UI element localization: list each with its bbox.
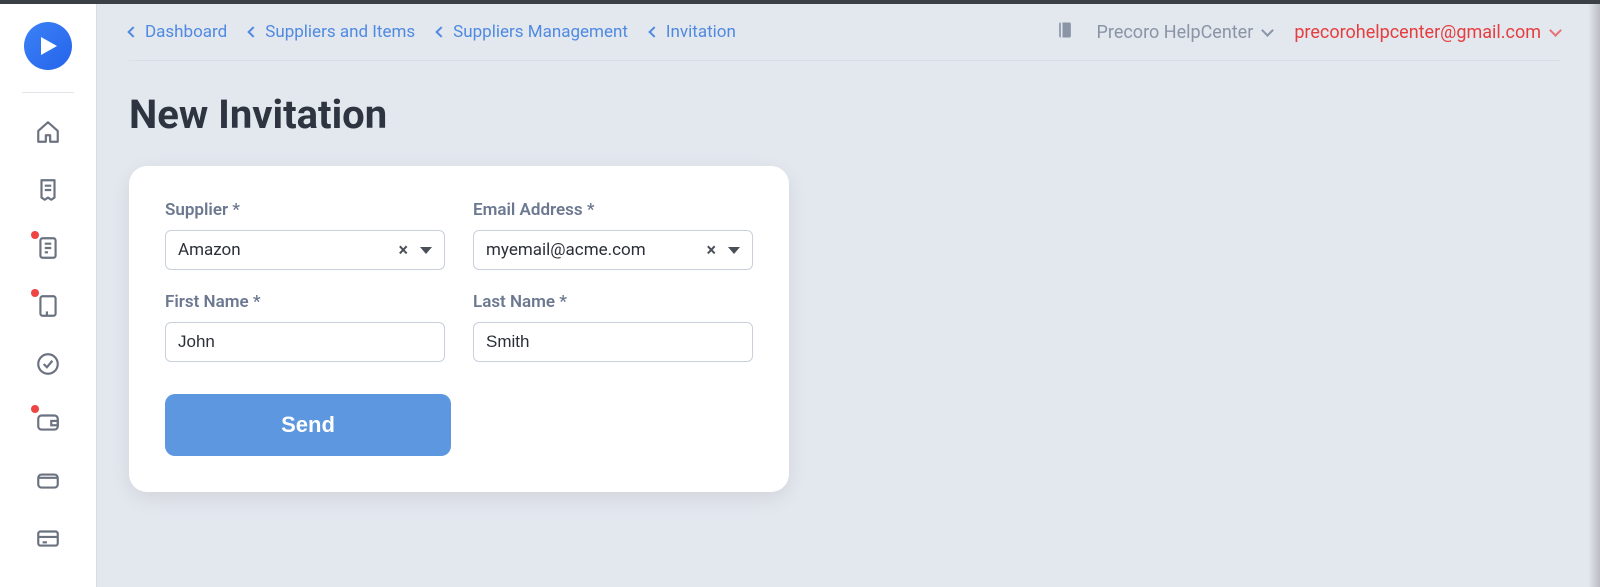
first-name-input[interactable] [165,322,445,362]
breadcrumb-dashboard[interactable]: Dashboard [129,22,227,42]
help-book-button[interactable] [1055,19,1075,45]
last-name-field-group: Last Name * [473,292,753,362]
email-label: Email Address * [473,200,753,220]
org-switcher[interactable]: Precoro HelpCenter [1097,22,1273,43]
user-email: precorohelpcenter@gmail.com [1294,22,1541,43]
app-logo[interactable] [24,22,72,70]
email-select[interactable]: myemail@acme.com × [473,230,753,270]
page-title: New Invitation [129,91,1560,138]
sidebar [0,4,97,587]
send-button[interactable]: Send [165,394,451,456]
home-icon [35,119,61,145]
receipt-icon [35,177,61,203]
last-name-input[interactable] [473,322,753,362]
chevron-left-icon [248,26,259,37]
supplier-select[interactable]: Amazon × [165,230,445,270]
user-menu[interactable]: precorohelpcenter@gmail.com [1294,22,1560,43]
email-field-group: Email Address * myemail@acme.com × [473,200,753,270]
sidebar-item-home[interactable] [33,117,63,147]
book-icon [1055,19,1075,41]
breadcrumb-label: Suppliers Management [453,22,628,42]
breadcrumb-suppliers-items[interactable]: Suppliers and Items [249,22,415,42]
supplier-label: Supplier * [165,200,445,220]
last-name-label: Last Name * [473,292,753,312]
email-selected-value: myemail@acme.com [486,240,700,260]
caret-down-icon[interactable] [728,247,740,254]
invitation-form-card: Supplier * Amazon × Email Address * myem… [129,166,789,492]
doc1-icon [35,235,61,261]
breadcrumb-label: Dashboard [145,22,227,42]
breadcrumb-suppliers-management[interactable]: Suppliers Management [437,22,628,42]
notification-dot [31,405,39,413]
check-circle-icon [35,351,61,377]
header-right: Precoro HelpCenter precorohelpcenter@gma… [1055,19,1560,45]
logo-play-icon [36,34,60,58]
page-header: Dashboard Suppliers and Items Suppliers … [97,4,1600,60]
chevron-left-icon [648,26,659,37]
breadcrumb-label: Invitation [666,22,736,42]
supplier-selected-value: Amazon [178,240,392,260]
sidebar-item-card[interactable] [33,523,63,553]
sidebar-nav [33,117,63,553]
clear-icon[interactable]: × [700,240,722,261]
sidebar-item-doc2[interactable] [33,291,63,321]
sidebar-item-receipt[interactable] [33,175,63,205]
chevron-left-icon [127,26,138,37]
sidebar-item-doc1[interactable] [33,233,63,263]
breadcrumbs: Dashboard Suppliers and Items Suppliers … [129,22,736,42]
caret-down-icon[interactable] [420,247,432,254]
notification-dot [31,231,39,239]
org-name: Precoro HelpCenter [1097,22,1254,43]
card-icon [35,525,61,551]
doc2-icon [35,293,61,319]
breadcrumb-label: Suppliers and Items [265,22,415,42]
clear-icon[interactable]: × [392,240,414,261]
sidebar-item-approve[interactable] [33,349,63,379]
first-name-label: First Name * [165,292,445,312]
chevron-down-icon [1549,24,1562,37]
sidebar-divider [22,92,74,93]
sidebar-item-wallet[interactable] [33,407,63,437]
wallet2-icon [35,467,61,493]
sidebar-item-wallet2[interactable] [33,465,63,495]
main-area: Dashboard Suppliers and Items Suppliers … [97,4,1600,587]
breadcrumb-invitation[interactable]: Invitation [650,22,736,42]
chevron-left-icon [435,26,446,37]
page-body: New Invitation Supplier * Amazon × Email… [97,61,1600,492]
chevron-down-icon [1261,24,1274,37]
supplier-field-group: Supplier * Amazon × [165,200,445,270]
notification-dot [31,289,39,297]
first-name-field-group: First Name * [165,292,445,362]
wallet-icon [35,409,61,435]
